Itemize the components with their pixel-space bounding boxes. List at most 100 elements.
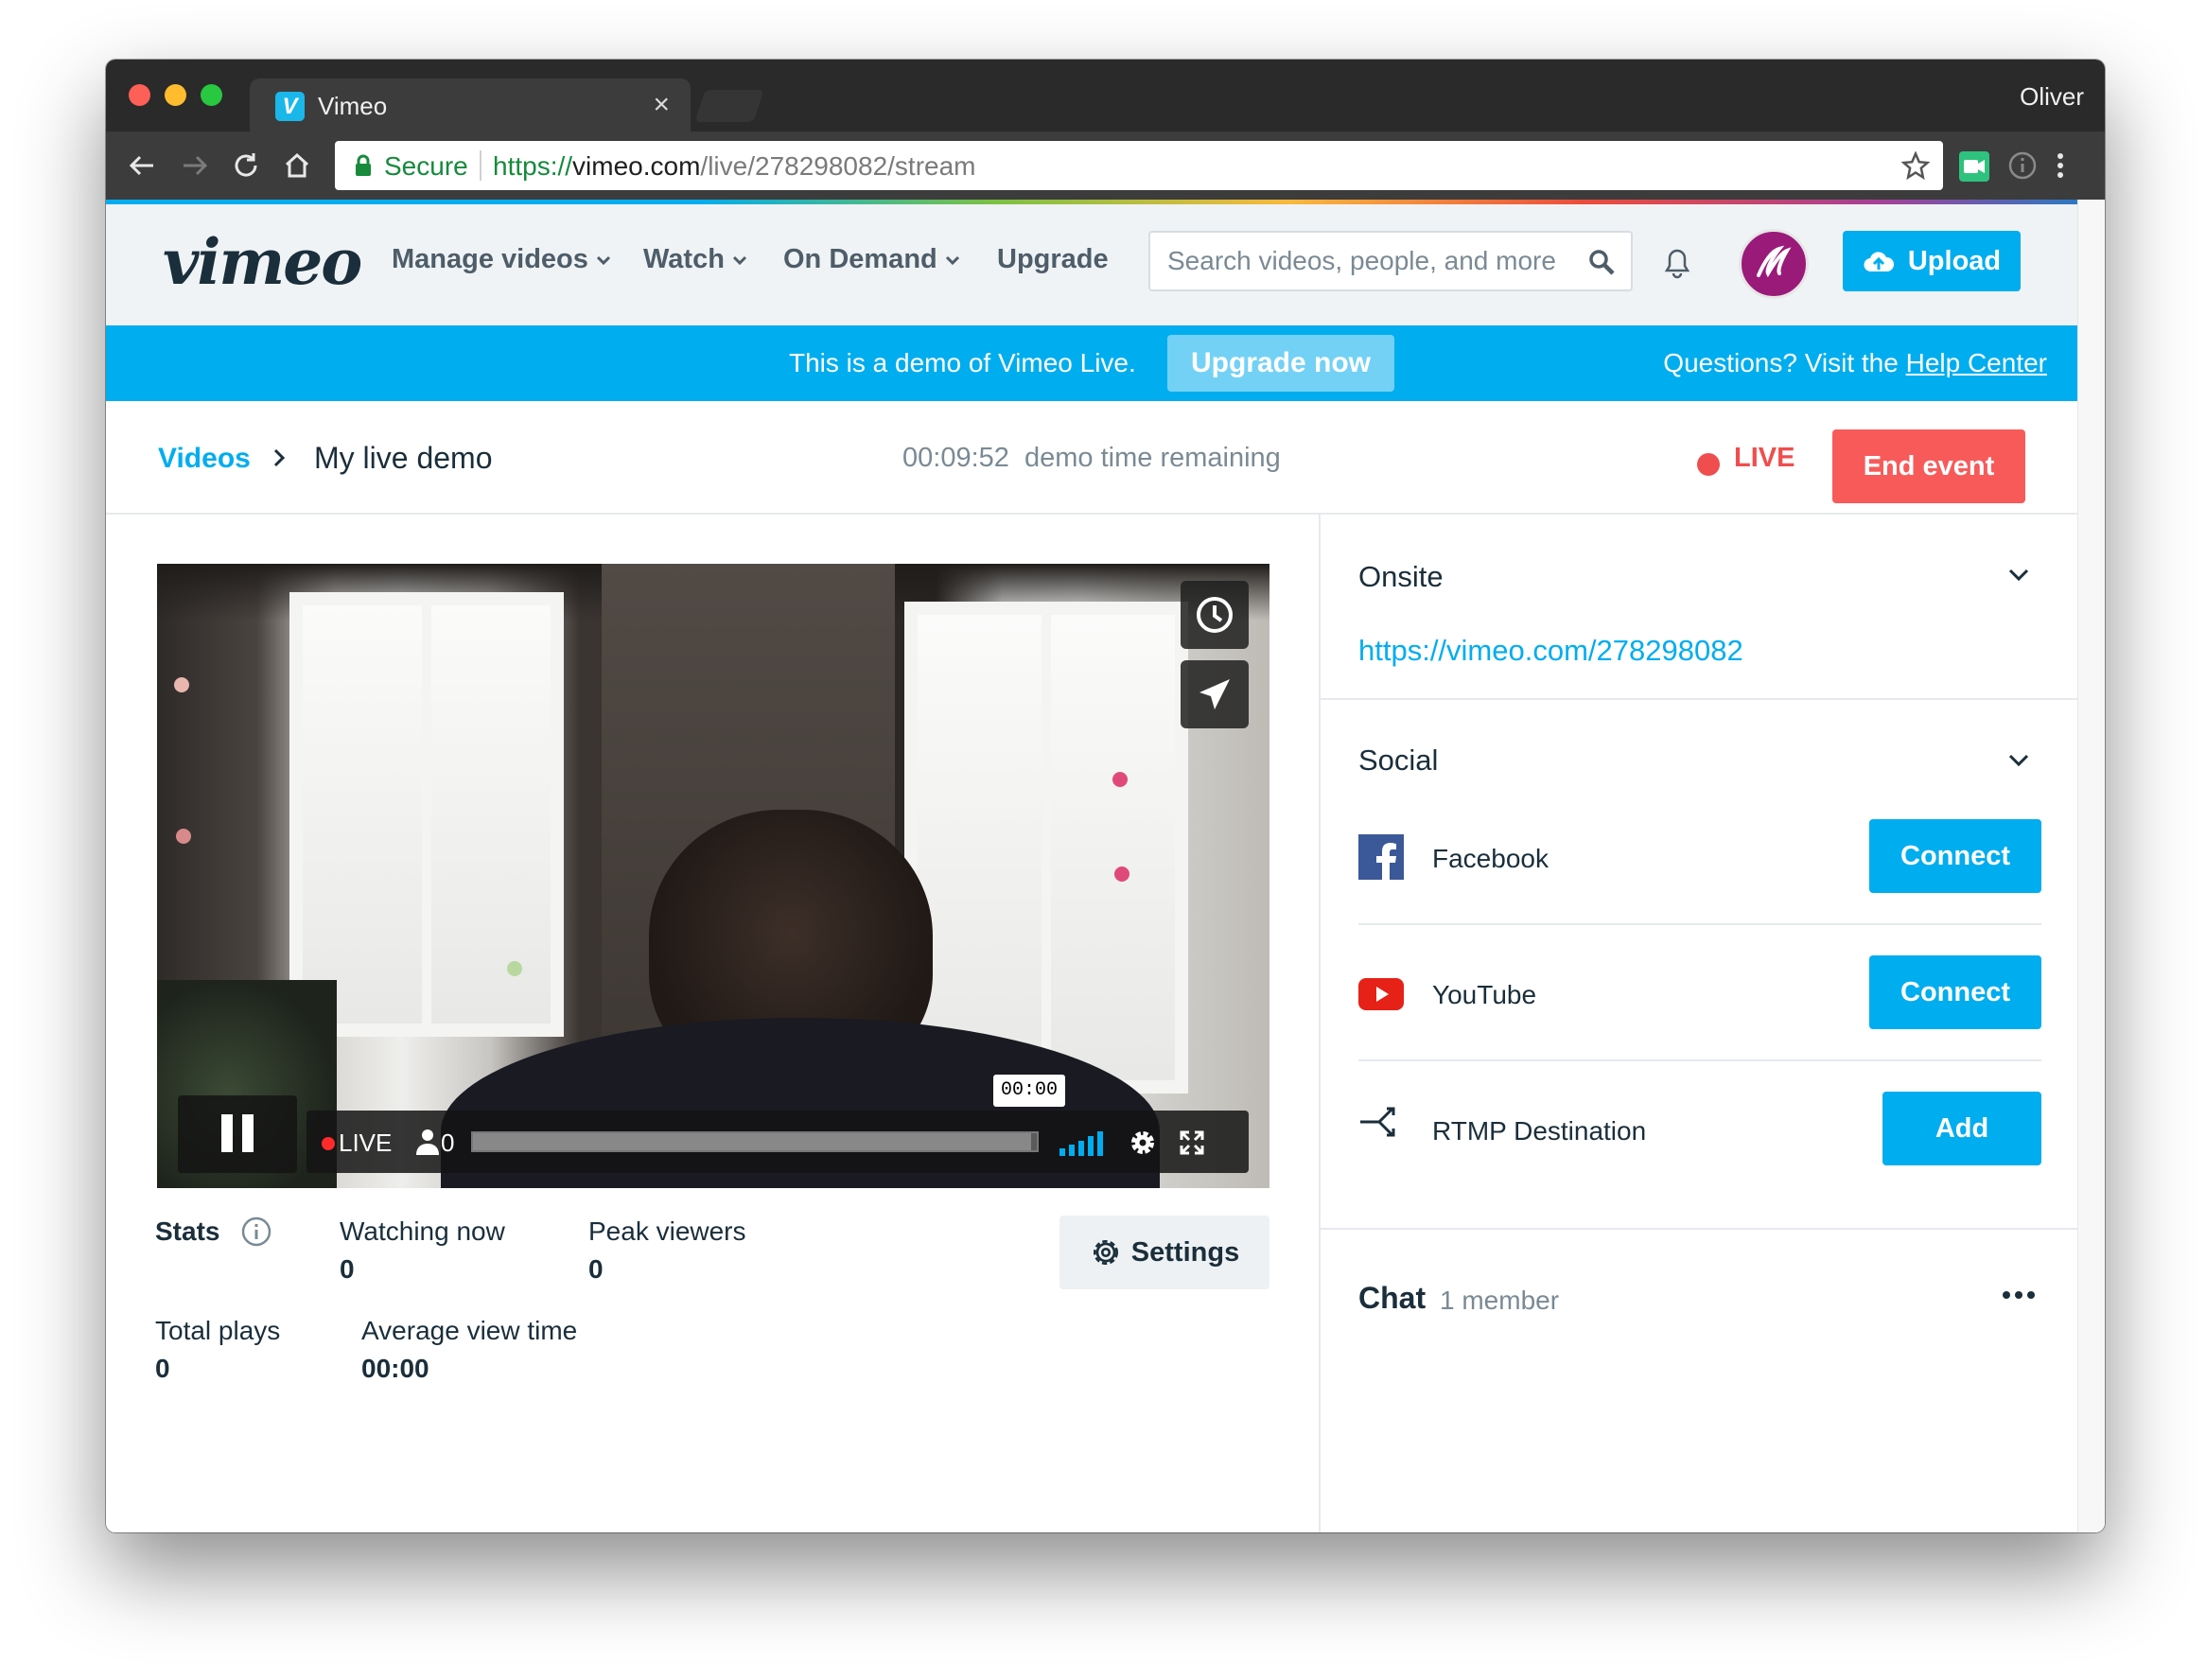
nav-upgrade[interactable]: Upgrade xyxy=(997,244,1109,275)
end-event-button[interactable]: End event xyxy=(1832,429,2025,503)
help-center-link[interactable]: Help Center xyxy=(1906,348,2047,377)
browser-toolbar: Secure https://vimeo.com/live/278298082/… xyxy=(106,131,2105,200)
video-player[interactable]: LIVE 0 00:00 xyxy=(157,564,1269,1188)
live-indicator-dot xyxy=(1697,453,1720,476)
user-avatar[interactable] xyxy=(1739,229,1809,299)
search-input[interactable] xyxy=(1167,242,1584,280)
search-icon[interactable] xyxy=(1587,248,1616,276)
title-bar: V Vimeo × Oliver xyxy=(106,60,2105,131)
cloud-upload-icon xyxy=(1864,252,1894,272)
extension-info-icon[interactable] xyxy=(2007,150,2038,181)
rtmp-add-button[interactable]: Add xyxy=(1882,1092,2041,1165)
pause-button[interactable] xyxy=(178,1095,297,1173)
facebook-connect-button[interactable]: Connect xyxy=(1869,819,2041,893)
video-right-window xyxy=(904,602,1188,1094)
youtube-connect-button[interactable]: Connect xyxy=(1869,955,2041,1029)
page-scrollbar[interactable] xyxy=(2077,200,2105,1532)
player-live-label: LIVE xyxy=(339,1129,393,1157)
help-text: Questions? Visit the Help Center xyxy=(1663,348,2047,378)
peak-viewers-label: Peak viewers xyxy=(588,1216,746,1246)
total-plays-label: Total plays xyxy=(155,1316,281,1345)
onsite-chevron-down-icon[interactable] xyxy=(2007,566,2030,585)
tab-title: Vimeo xyxy=(318,92,388,120)
notifications-bell-icon[interactable] xyxy=(1661,244,1693,280)
bookmark-star-icon[interactable] xyxy=(1901,151,1930,180)
watch-later-button[interactable] xyxy=(1181,581,1249,649)
back-arrow-icon[interactable] xyxy=(127,150,157,181)
watching-now-label: Watching now xyxy=(340,1216,505,1246)
rtmp-branch-icon xyxy=(1360,1107,1395,1137)
average-view-time-value: 00:00 xyxy=(361,1354,429,1383)
settings-gear-icon xyxy=(1093,1239,1118,1266)
clock-icon xyxy=(1197,597,1233,633)
minimize-window-button[interactable] xyxy=(165,84,186,106)
lock-icon xyxy=(356,154,371,176)
avatar-scribble-icon xyxy=(1757,245,1792,278)
progress-bar[interactable] xyxy=(471,1131,1039,1152)
onsite-heading: Onsite xyxy=(1358,560,1444,593)
forward-arrow-icon[interactable] xyxy=(180,150,210,181)
chevron-down-icon xyxy=(945,256,959,266)
maximize-window-button[interactable] xyxy=(201,84,222,106)
vimeo-page: vimeo Manage videos Watch On Demand Upgr… xyxy=(106,200,2077,1532)
section-divider xyxy=(1321,1228,2077,1230)
breadcrumb-videos-link[interactable]: Videos xyxy=(158,443,251,475)
browser-profile-name[interactable]: Oliver xyxy=(2020,82,2084,112)
onsite-url-link[interactable]: https://vimeo.com/278298082 xyxy=(1358,634,1743,668)
demo-banner: This is a demo of Vimeo Live. Upgrade no… xyxy=(106,325,2077,401)
home-icon[interactable] xyxy=(282,150,312,181)
youtube-icon xyxy=(1358,978,1404,1010)
vimeo-logo[interactable]: vimeo xyxy=(163,225,362,299)
address-bar[interactable]: Secure https://vimeo.com/live/278298082/… xyxy=(335,141,1943,190)
chat-more-icon[interactable] xyxy=(2002,1290,2036,1300)
timer-label: demo time remaining xyxy=(1024,443,1281,473)
row-divider xyxy=(1358,1059,2041,1061)
nav-manage-videos-label: Manage videos xyxy=(392,244,588,274)
nav-watch[interactable]: Watch xyxy=(643,244,747,275)
video-bead xyxy=(174,677,189,692)
stats-heading: Stats xyxy=(155,1216,220,1246)
chevron-right-icon xyxy=(273,448,286,467)
url-scheme: https:// xyxy=(493,151,573,181)
extension-camera-icon[interactable] xyxy=(1958,150,1990,183)
secure-label: Secure xyxy=(384,151,468,181)
section-divider xyxy=(1321,698,2077,700)
url-host: vimeo.com xyxy=(572,151,701,181)
demo-timer: 00:09:52 demo time remaining xyxy=(902,443,1281,474)
close-window-button[interactable] xyxy=(129,84,150,106)
progress-fill xyxy=(473,1133,1032,1150)
player-settings-gear-icon[interactable] xyxy=(1128,1128,1158,1158)
reload-icon[interactable] xyxy=(231,150,261,181)
upgrade-now-button[interactable]: Upgrade now xyxy=(1167,335,1394,392)
viewer-person-icon xyxy=(416,1129,439,1155)
chat-heading: Chat xyxy=(1358,1281,1427,1315)
browser-menu-icon[interactable] xyxy=(2055,150,2066,181)
upload-button[interactable]: Upload xyxy=(1843,231,2021,291)
peak-viewers-value: 0 xyxy=(588,1254,604,1284)
video-bead xyxy=(1114,866,1129,882)
new-tab-button[interactable] xyxy=(694,90,764,122)
social-chevron-down-icon[interactable] xyxy=(2007,751,2030,770)
banner-text: This is a demo of Vimeo Live. xyxy=(789,348,1136,377)
settings-button[interactable]: Settings xyxy=(1059,1216,1269,1289)
search-box[interactable] xyxy=(1148,231,1633,291)
nav-watch-label: Watch xyxy=(643,244,725,274)
average-view-time-label: Average view time xyxy=(361,1316,578,1345)
browser-tab[interactable]: V Vimeo × xyxy=(250,79,691,131)
time-tooltip: 00:00 xyxy=(993,1075,1065,1107)
stats-info-icon[interactable] xyxy=(240,1216,272,1248)
nav-manage-videos[interactable]: Manage videos xyxy=(392,244,611,275)
right-panel: Onsite https://vimeo.com/278298082 Socia… xyxy=(1319,515,2077,1532)
address-separator xyxy=(480,150,481,181)
chevron-down-icon xyxy=(596,256,610,266)
player-live-dot xyxy=(322,1137,335,1150)
rtmp-label: RTMP Destination xyxy=(1432,1116,1647,1146)
live-status-label: LIVE xyxy=(1734,443,1795,473)
signal-strength-icon xyxy=(1059,1131,1103,1156)
url-path: /live/278298082/stream xyxy=(700,151,976,181)
fullscreen-icon[interactable] xyxy=(1179,1129,1205,1156)
row-divider xyxy=(1358,923,2041,925)
share-button[interactable] xyxy=(1181,660,1249,728)
nav-on-demand[interactable]: On Demand xyxy=(783,244,960,275)
tab-close-icon[interactable]: × xyxy=(653,90,670,120)
